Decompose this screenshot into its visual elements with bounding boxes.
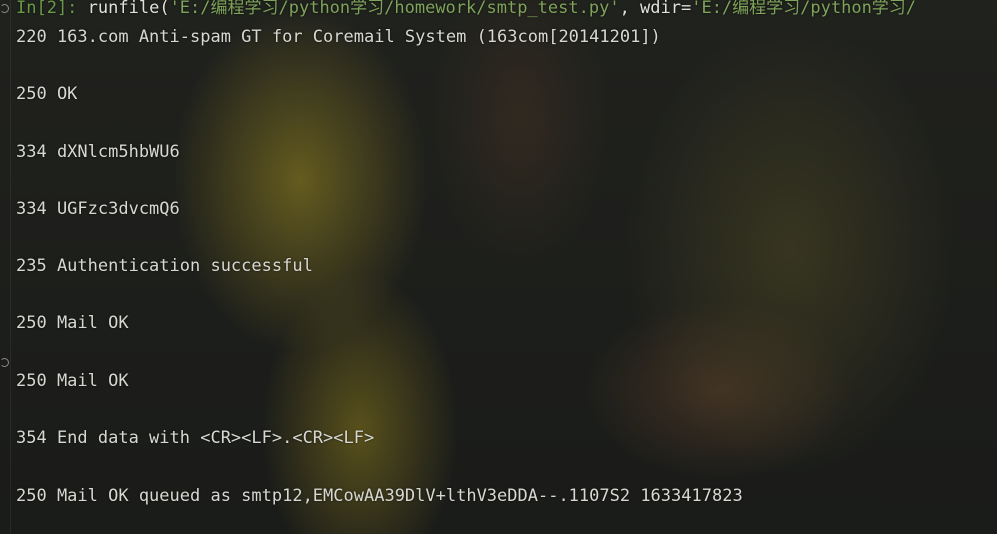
output-line: 334 UGFzc3dvcmQ6 — [16, 199, 180, 219]
output-line: 220 163.com Anti-spam GT for Coremail Sy… — [16, 27, 661, 47]
output-line: 354 End data with <CR><LF>.<CR><LF> — [16, 428, 375, 448]
input-command-line: In[2]: runfile('E:/编程学习/python学习/homewor… — [16, 0, 916, 18]
output-line: 250 Mail OK — [16, 313, 129, 333]
output-line: 334 dXNlcm5hbWU6 — [16, 142, 180, 162]
python-console[interactable]: In[2]: runfile('E:/编程学习/python学习/homewor… — [0, 0, 997, 534]
console-gutter — [0, 0, 11, 534]
fold-marker-icon[interactable] — [0, 4, 9, 13]
output-line: 235 Authentication successful — [16, 256, 313, 276]
command-argument-path: 'E:/编程学习/python学习/homework/smtp_test.py' — [169, 0, 620, 18]
command-function: runfile( — [87, 0, 170, 18]
fold-marker-icon[interactable] — [0, 358, 9, 367]
command-separator: , wdir= — [619, 0, 692, 18]
command-argument-wdir: 'E:/编程学习/python学习/ — [691, 0, 917, 18]
output-line: 250 Mail OK queued as smtp12,EMCowAA39Dl… — [16, 486, 743, 506]
input-prompt: In[2]: — [16, 0, 78, 18]
output-line: 250 OK — [16, 84, 78, 104]
output-line: 250 Mail OK — [16, 371, 129, 391]
